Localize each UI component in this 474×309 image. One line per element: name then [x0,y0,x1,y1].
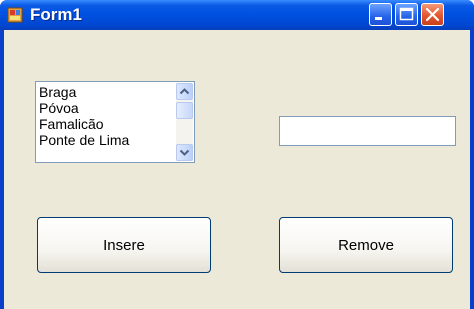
list-item[interactable]: Famalicão [39,116,104,132]
chevron-up-icon [179,88,190,95]
city-listbox[interactable]: Braga Póvoa Famalicão Ponte de Lima [35,81,195,163]
app-icon [7,7,23,23]
maximize-button[interactable] [395,3,418,26]
title-bar[interactable]: Form1 [0,0,474,30]
list-item[interactable]: Braga [39,84,76,100]
remove-button[interactable]: Remove [279,217,453,273]
close-icon [425,7,440,22]
listbox-scrollbar[interactable] [176,83,193,161]
scroll-down-button[interactable] [176,144,193,161]
scroll-thumb[interactable] [176,102,193,119]
form1-window: Form1 Braga Póvoa Famalicão Ponte de Lim… [0,0,474,309]
minimize-button[interactable] [369,3,392,26]
close-button[interactable] [421,3,444,26]
scroll-up-button[interactable] [176,83,193,100]
list-item[interactable]: Ponte de Lima [39,132,129,148]
list-item[interactable]: Póvoa [39,100,79,116]
chevron-down-icon [179,149,190,156]
text-input[interactable] [279,116,456,146]
form-client-area: Braga Póvoa Famalicão Ponte de Lima Inse… [4,30,470,309]
window-title: Form1 [30,5,82,24]
maximize-icon [399,7,414,21]
minimize-icon [375,17,382,20]
insert-button[interactable]: Insere [37,217,211,273]
